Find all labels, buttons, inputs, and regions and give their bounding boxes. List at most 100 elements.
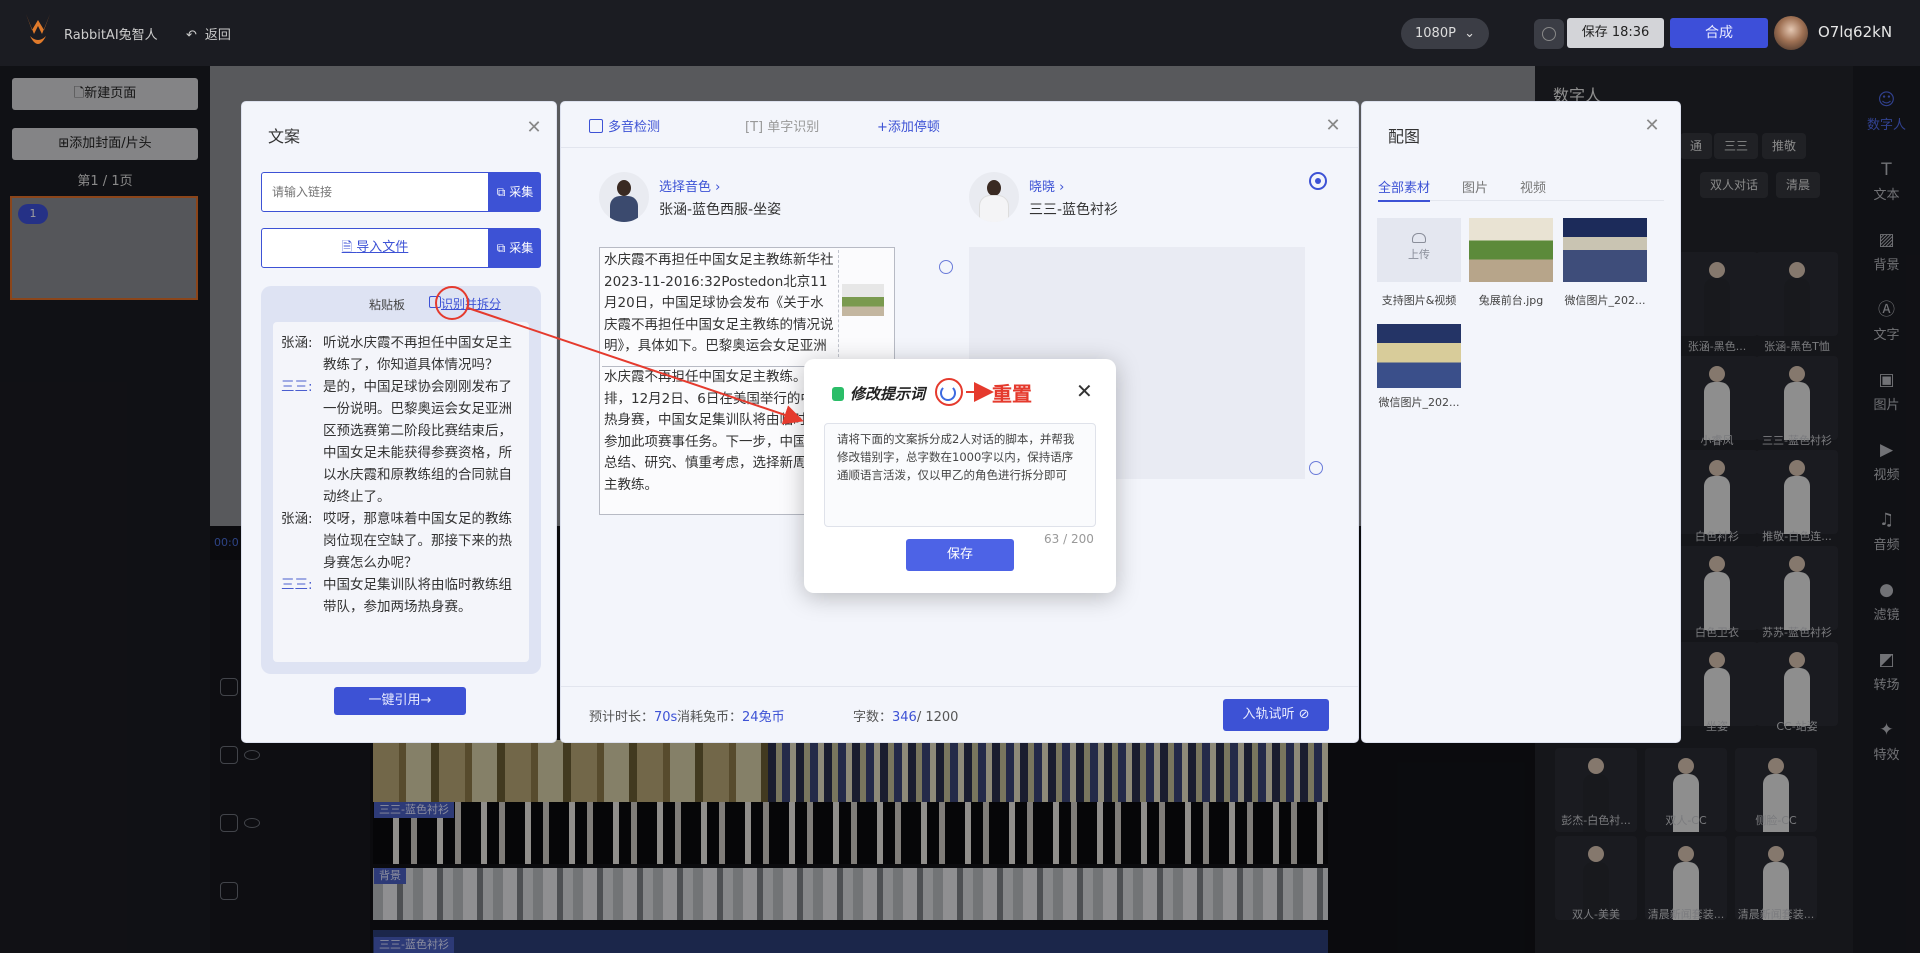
collect-label: 采集 xyxy=(509,185,534,199)
avatar-thumb xyxy=(969,172,1019,222)
clipboard-title: 粘贴板 xyxy=(369,298,406,312)
collect-button[interactable]: ⧉ 采集 xyxy=(489,228,541,268)
polyphone-check[interactable]: 多音检测 xyxy=(589,116,660,135)
media-thumb[interactable] xyxy=(1377,324,1461,388)
collect-icon: ⧉ xyxy=(496,241,510,255)
clipboard-area: 粘贴板 识别并拆分 张涵: 听说水庆霞不再担任中国女足主教练了，你知道具体情况吗？… xyxy=(261,286,541,674)
back-button[interactable]: ↶ 返回 xyxy=(186,24,231,43)
play-icon xyxy=(1542,27,1556,41)
duration-value: 70s xyxy=(654,710,678,725)
media-label: 微信图片_202... xyxy=(1564,294,1646,307)
checkbox-icon xyxy=(589,119,603,133)
panel-title: 文案 xyxy=(268,127,301,146)
media-panel: 配图 ✕ 全部素材 图片 视频 上传 支持图片&视频 兔展前台.jpg 微信图片… xyxy=(1362,102,1680,742)
close-icon[interactable]: ✕ xyxy=(1076,379,1093,403)
media-thumb[interactable] xyxy=(1563,218,1647,282)
collect-button[interactable]: ⧉ 采集 xyxy=(489,172,541,212)
resolution-value: 1080P xyxy=(1415,26,1456,41)
upload-button[interactable]: 上传 xyxy=(1377,218,1461,282)
script-toolbar: 多音检测 [T] 单字识别 +添加停顿 xyxy=(561,102,1358,148)
dialog-text: 中国女足集训队将由临时教练组带队，参加两场热身赛。 xyxy=(323,577,512,615)
segment-image-thumb[interactable] xyxy=(842,284,884,316)
panel-title: 配图 xyxy=(1388,127,1421,146)
tab-videos[interactable]: 视频 xyxy=(1520,177,1546,196)
import-file-button[interactable]: 🗎 导入文件 xyxy=(261,228,489,268)
username[interactable]: O7lq62kN xyxy=(1818,23,1892,41)
user-avatar[interactable] xyxy=(1774,16,1808,50)
annotation-circle xyxy=(935,378,963,406)
app-name: RabbitAI兔智人 xyxy=(64,28,158,43)
back-arrow-icon: ↶ xyxy=(186,28,197,43)
dialog-text: 哎呀，那意味着中国女足的教练岗位现在空缺了。那接下来的热身赛怎么办呢？ xyxy=(323,511,512,571)
dialog-line: 张涵: 哎呀，那意味着中国女足的教练岗位现在空缺了。那接下来的热身赛怎么办呢？ xyxy=(281,508,521,574)
quote-all-button[interactable]: 一键引用→ xyxy=(334,687,466,715)
select-voice-link[interactable]: 晓晓 › xyxy=(1029,176,1064,195)
single-char-recognize[interactable]: [T] 单字识别 xyxy=(745,116,819,135)
media-thumb[interactable] xyxy=(1469,218,1553,282)
coins-value: 24 xyxy=(742,710,759,725)
media-tabs: 全部素材 图片 视频 xyxy=(1378,177,1664,202)
link-input[interactable] xyxy=(261,172,489,212)
word-count: 字数：346/ 1200 xyxy=(853,706,958,725)
media-label: 支持图片&视频 xyxy=(1381,294,1457,307)
dialog-line: 三三: 是的，中国足球协会刚刚发布了一份说明。巴黎奥运会女足亚洲区预选赛第二阶段比… xyxy=(281,376,521,508)
words-max: / 1200 xyxy=(916,710,959,725)
estimated-duration: 预计时长：70s xyxy=(589,706,677,725)
prompt-logo-icon xyxy=(832,387,844,401)
polyphone-label: 多音检测 xyxy=(608,120,661,135)
speaker-name: 张涵: xyxy=(281,511,313,527)
dialog-text: 是的，中国足球协会刚刚发布了一份说明。巴黎奥运会女足亚洲区预选赛第二阶段比赛结束… xyxy=(323,379,512,505)
top-bar: RabbitAI兔智人 ↶ 返回 1080P ⌄ 保存 18:36 合成 O7lq6… xyxy=(0,0,1920,66)
dialog-text: 听说水庆霞不再担任中国女足主教练了，你知道具体情况吗？ xyxy=(323,335,512,373)
save-button[interactable]: 保存 18:36 xyxy=(1567,18,1664,48)
char-counter: 63 / 200 xyxy=(1044,532,1094,546)
file-icon: 🗎 xyxy=(341,240,357,255)
words-value: 346 xyxy=(892,710,917,725)
speaker-name: 三三: xyxy=(281,577,313,593)
speaker-name: 张涵: xyxy=(281,335,313,351)
tab-all-media[interactable]: 全部素材 xyxy=(1378,177,1431,202)
dialog-line: 张涵: 听说水庆霞不再担任中国女足主教练了，你知道具体情况吗？ xyxy=(281,332,521,376)
audition-button[interactable]: 入轨试听 ⊘ xyxy=(1223,699,1329,731)
close-icon[interactable]: ✕ xyxy=(1325,117,1341,135)
script-footer: 预计时长：70s 消耗兔币：24兔币 字数：346/ 1200 入轨试听 ⊘ xyxy=(561,686,1358,742)
add-pause-button[interactable]: +添加停顿 xyxy=(877,116,940,135)
settings-gear-icon[interactable] xyxy=(1309,172,1327,190)
duration-label: 预计时长： xyxy=(589,710,655,725)
dialog-line: 三三: 中国女足集训队将由临时教练组带队，参加两场热身赛。 xyxy=(281,574,521,618)
compose-button[interactable]: 合成 xyxy=(1670,18,1768,48)
add-circle-icon[interactable] xyxy=(1309,461,1323,475)
back-label: 返回 xyxy=(204,28,231,43)
resolution-select[interactable]: 1080P ⌄ xyxy=(1401,18,1489,49)
cloud-upload-icon xyxy=(1412,233,1426,243)
collect-icon: ⧉ xyxy=(496,185,510,199)
voice-avatar-name: 张涵-蓝色西服-坐姿 xyxy=(659,202,782,218)
words-label: 字数： xyxy=(853,710,893,725)
tab-images[interactable]: 图片 xyxy=(1462,177,1488,196)
chevron-down-icon: ⌄ xyxy=(1464,26,1475,41)
avatar-thumb xyxy=(599,172,649,222)
annotation-circle xyxy=(435,286,469,320)
rabbit-logo-icon xyxy=(26,14,50,44)
speaker-name: 三三: xyxy=(281,379,313,395)
select-voice-link[interactable]: 选择音色 › xyxy=(659,176,720,195)
preview-play-button[interactable] xyxy=(1534,19,1564,49)
script-segment[interactable]: 水庆霞不再担任中国女足主教练新华社2023-11-2016:32Postedon… xyxy=(602,250,834,360)
import-label: 导入文件 xyxy=(356,240,409,255)
coins-label: 消耗兔币： xyxy=(677,710,743,725)
close-icon[interactable]: ✕ xyxy=(1644,117,1660,135)
collect-label: 采集 xyxy=(509,241,534,255)
close-icon[interactable]: ✕ xyxy=(526,119,542,137)
copywriting-panel: 文案 ✕ ⧉ 采集 🗎 导入文件 ⧉ 采集 粘贴板 识别并拆分 张涵:听说水庆霞… xyxy=(242,102,556,742)
coins-consumed: 消耗兔币：24兔币 xyxy=(677,706,785,725)
upload-label: 上传 xyxy=(1408,248,1430,261)
prompt-save-button[interactable]: 保存 xyxy=(906,539,1014,571)
target-icon[interactable] xyxy=(939,260,953,274)
divider xyxy=(838,250,839,362)
prompt-textarea[interactable] xyxy=(824,423,1096,527)
annotation-reset-label: 重置 xyxy=(992,382,1032,406)
voice-avatar-name: 三三-蓝色衬衫 xyxy=(1029,202,1119,218)
dialog-title: 修改提示词 xyxy=(850,385,926,403)
bracket-icon: [T] xyxy=(745,120,768,135)
dialog-content[interactable]: 张涵: 听说水庆霞不再担任中国女足主教练了，你知道具体情况吗？ 三三: 是的，中国足… xyxy=(273,322,529,662)
